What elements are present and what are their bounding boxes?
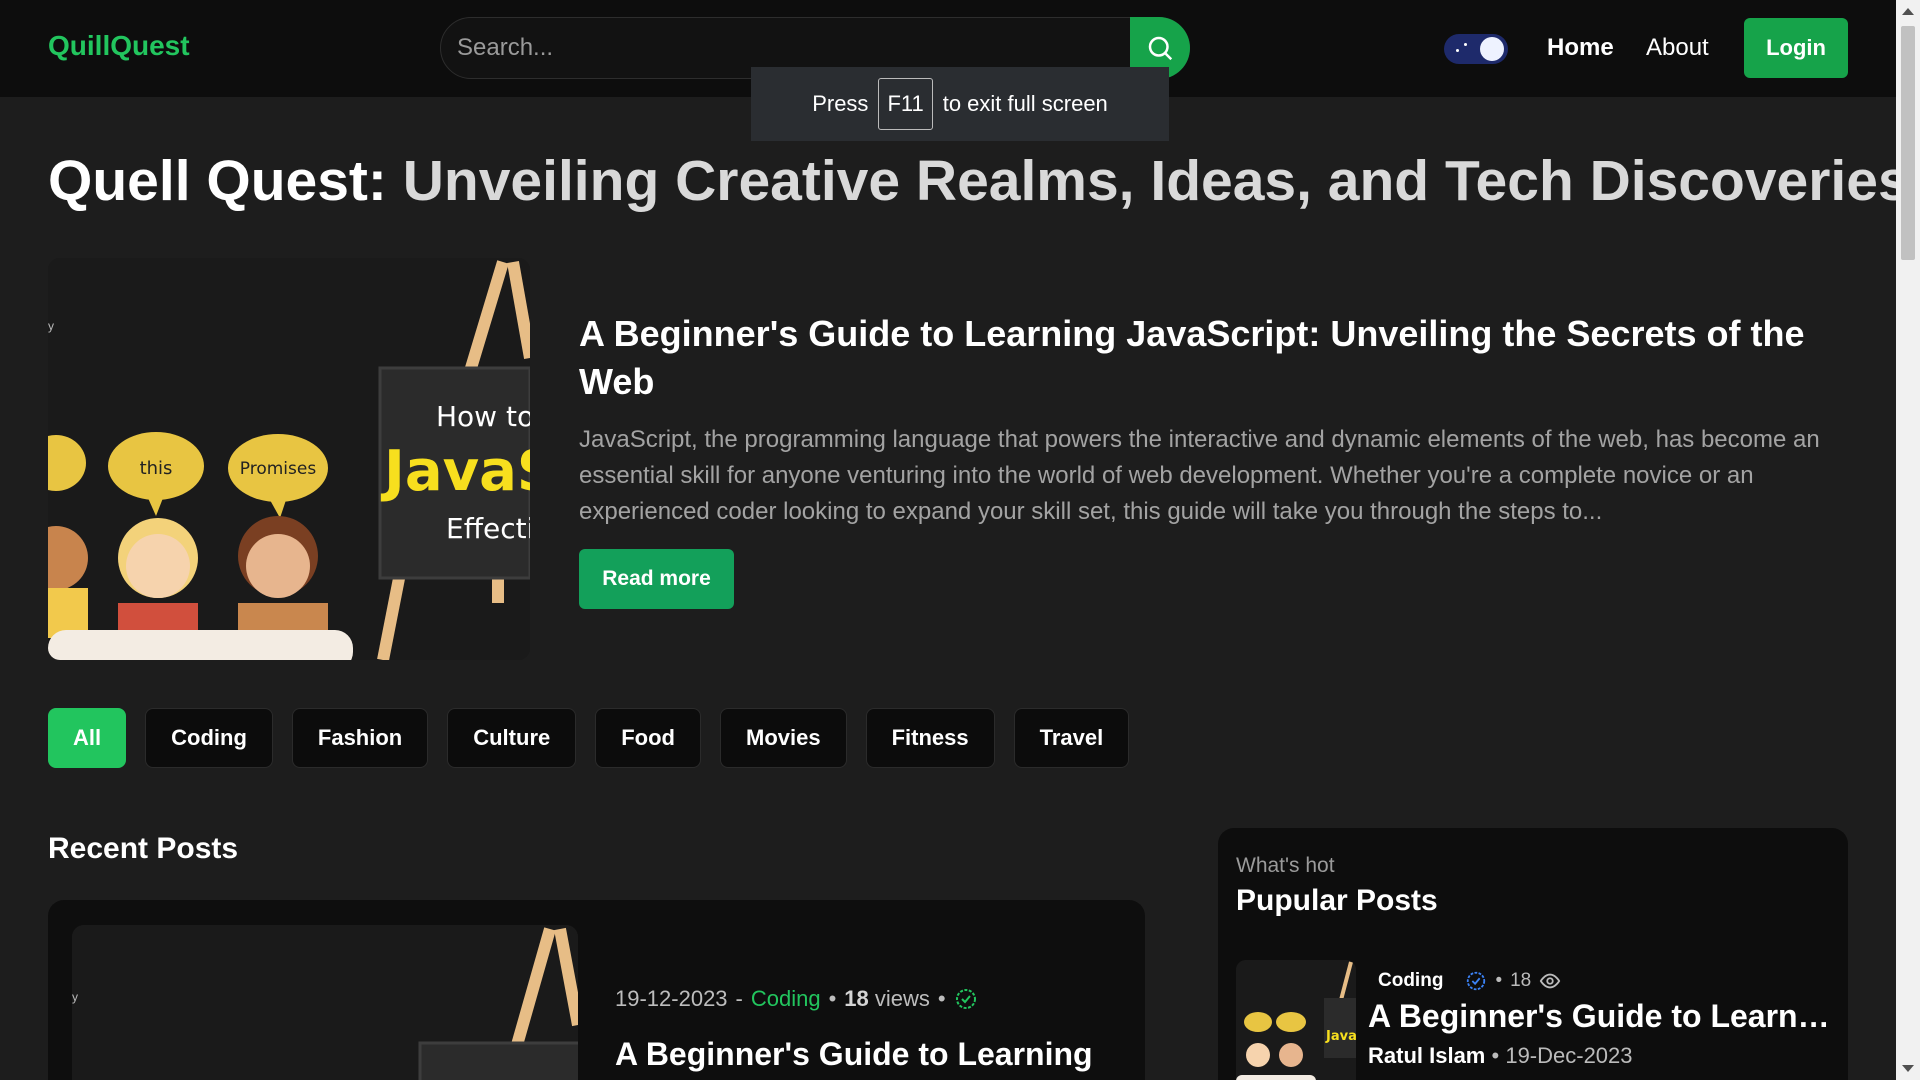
popular-post-thumbnail[interactable]: Java (1236, 960, 1356, 1080)
recent-posts-heading: Recent Posts (48, 832, 239, 865)
page-title-rest: Unveiling Creative Realms, Ideas, and Te… (402, 149, 1910, 213)
javascript-illustration: Java (1236, 960, 1356, 1080)
popular-post-category[interactable]: Coding (1378, 970, 1443, 992)
post-category-link[interactable]: Coding (751, 986, 821, 1012)
svg-text:this: this (140, 458, 173, 479)
scroll-up-arrow-icon[interactable] (1902, 8, 1914, 15)
notice-press-text: Press (812, 91, 869, 116)
post-views: 18 views (844, 986, 930, 1011)
category-filter-bar: All Coding Fashion Culture Food Movies F… (48, 708, 1130, 768)
recent-post-meta: 19-12-2023 - Coding • 18 views • (615, 986, 978, 1012)
page-title-bold: Quell Quest: (48, 149, 387, 213)
category-fitness[interactable]: Fitness (865, 708, 995, 768)
recent-post-title[interactable]: A Beginner's Guide to Learning (615, 1036, 1093, 1073)
popular-post-views: 18 (1510, 970, 1532, 991)
svg-text:How to L: How to L (436, 400, 530, 433)
page-title: Quell Quest: Unveiling Creative Realms, … (48, 148, 1910, 214)
login-button[interactable]: Login (1744, 18, 1848, 78)
featured-post-excerpt: JavaScript, the programming language tha… (579, 426, 1820, 525)
category-culture[interactable]: Culture (447, 708, 577, 768)
star-icon (1456, 49, 1459, 52)
nav-about-link[interactable]: About (1646, 34, 1709, 62)
recent-post-image[interactable]: y (72, 925, 578, 1080)
category-fashion[interactable]: Fashion (291, 708, 429, 768)
popular-post-byline: Ratul Islam • 19-Dec-2023 (1368, 1043, 1633, 1068)
popular-post-date: 19-Dec-2023 (1505, 1043, 1633, 1068)
svg-text:Promises: Promises (240, 459, 317, 479)
fullscreen-notice: Press F11 to exit full screen (751, 67, 1169, 141)
popular-post-author[interactable]: Ratul Islam (1368, 1043, 1485, 1068)
popular-kicker: What's hot (1236, 854, 1335, 877)
toggle-knob (1480, 37, 1504, 61)
featured-post-title[interactable]: A Beginner's Guide to Learning JavaScrip… (579, 310, 1829, 406)
theme-toggle[interactable] (1444, 34, 1508, 64)
search-icon (1148, 36, 1173, 61)
category-travel[interactable]: Travel (1013, 708, 1130, 768)
popular-post-title[interactable]: A Beginner's Guide to Learnin... (1368, 998, 1838, 1035)
svg-text:y: y (72, 990, 78, 1004)
svg-text:y: y (48, 319, 54, 333)
category-movies[interactable]: Movies (720, 708, 847, 768)
recent-post-card[interactable]: y 19-12-2023 - Coding • 18 views • A Beg… (48, 900, 1145, 1080)
category-coding[interactable]: Coding (145, 708, 273, 768)
svg-text:Java: Java (1325, 1029, 1356, 1044)
scroll-down-arrow-icon[interactable] (1902, 1065, 1914, 1072)
verified-check-icon (955, 989, 976, 1009)
svg-text:Effectiv: Effectiv (446, 512, 530, 545)
read-more-button[interactable]: Read more (579, 549, 734, 609)
popular-posts-panel: What's hot Pupular Posts Java Coding • 1… (1218, 828, 1848, 1080)
svg-text:JavaSc: JavaSc (380, 439, 530, 504)
featured-post-image[interactable]: y How to L JavaSc Effectiv this Promises (48, 258, 530, 660)
scrollbar-thumb[interactable] (1901, 26, 1915, 260)
javascript-illustration: y (72, 925, 578, 1080)
star-icon (1464, 43, 1467, 46)
verified-badge-icon (1467, 971, 1486, 991)
site-logo[interactable]: QuillQuest (48, 30, 190, 62)
category-food[interactable]: Food (595, 708, 701, 768)
popular-post-meta: Coding • 18 (1378, 970, 1561, 992)
category-all[interactable]: All (48, 708, 127, 768)
page-scrollbar[interactable] (1896, 0, 1920, 1080)
notice-key: F11 (878, 78, 933, 130)
post-date: 19-12-2023 (615, 986, 728, 1011)
eye-icon (1540, 973, 1561, 989)
nav-home-link[interactable]: Home (1547, 34, 1614, 62)
javascript-illustration: y How to L JavaSc Effectiv this Promises (48, 258, 530, 660)
notice-rest-text: to exit full screen (942, 91, 1108, 116)
popular-posts-heading: Pupular Posts (1236, 884, 1438, 917)
